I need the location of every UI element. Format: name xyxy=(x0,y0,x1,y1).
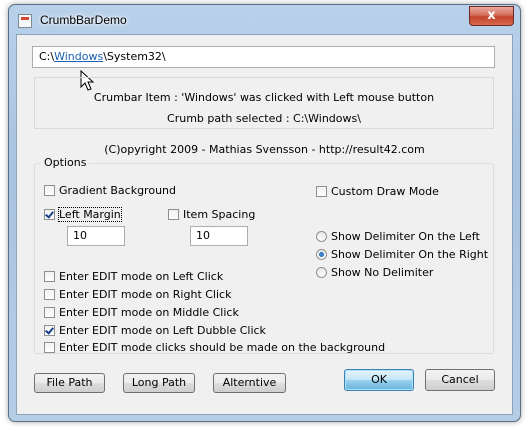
click-message: Crumbar Item : 'Windows' was clicked wit… xyxy=(93,91,435,104)
delimiter-none-label: Show No Delimiter xyxy=(331,266,434,279)
copyright-text: (C)opyright 2009 - Mathias Svensson - ht… xyxy=(104,143,425,156)
crumb-bar[interactable]: C:\Windows\System32\ xyxy=(32,46,495,68)
delimiter-none-radio[interactable]: Show No Delimiter xyxy=(316,266,433,279)
edit-middle-click-label: Enter EDIT mode on Middle Click xyxy=(59,306,239,319)
edit-background-box[interactable] xyxy=(44,342,55,353)
info-panel: Crumbar Item : 'Windows' was clicked wit… xyxy=(34,77,494,129)
left-margin-input[interactable]: 10 xyxy=(67,226,125,246)
delimiter-left-radio-dot[interactable] xyxy=(316,231,327,242)
item-spacing-input[interactable]: 10 xyxy=(190,226,248,246)
alternative-button[interactable]: Alterntive xyxy=(213,373,286,393)
edit-left-click-label: Enter EDIT mode on Left Click xyxy=(59,270,224,283)
edit-left-click-box[interactable] xyxy=(44,271,55,282)
left-margin-label: Left Margin xyxy=(58,207,122,222)
gradient-background-label: Gradient Background xyxy=(59,184,176,197)
gradient-background-box[interactable] xyxy=(44,185,55,196)
gradient-background-checkbox[interactable]: Gradient Background xyxy=(44,184,176,197)
delimiter-right-radio[interactable]: Show Delimiter On the Right xyxy=(316,248,488,261)
edit-background-checkbox[interactable]: Enter EDIT mode clicks should be made on… xyxy=(44,341,385,354)
edit-double-click-box[interactable] xyxy=(44,325,55,336)
delimiter-right-radio-dot[interactable] xyxy=(316,249,327,260)
edit-right-click-box[interactable] xyxy=(44,289,55,300)
options-legend: Options xyxy=(41,156,90,169)
edit-background-label: Enter EDIT mode clicks should be made on… xyxy=(59,341,386,354)
cancel-button[interactable]: Cancel xyxy=(425,369,495,391)
long-path-button[interactable]: Long Path xyxy=(123,373,195,393)
close-icon: x xyxy=(487,8,496,23)
custom-draw-mode-box[interactable] xyxy=(316,186,327,197)
edit-middle-click-box[interactable] xyxy=(44,307,55,318)
crumb-prefix[interactable]: C:\ xyxy=(39,50,54,63)
delimiter-none-radio-dot[interactable] xyxy=(316,267,327,278)
item-spacing-checkbox[interactable]: Item Spacing xyxy=(168,208,255,221)
edit-left-click-checkbox[interactable]: Enter EDIT mode on Left Click xyxy=(44,270,223,283)
delimiter-left-radio[interactable]: Show Delimiter On the Left xyxy=(316,230,480,243)
dialog-client-area: C:\Windows\System32\ Crumbar Item : 'Win… xyxy=(16,34,513,415)
file-path-button[interactable]: File Path xyxy=(34,373,105,393)
close-button[interactable]: x xyxy=(469,6,514,26)
custom-draw-mode-checkbox[interactable]: Custom Draw Mode xyxy=(316,185,439,198)
options-group: Options Gradient Background Custom Draw … xyxy=(34,156,494,354)
crumb-suffix[interactable]: \System32\ xyxy=(103,50,165,63)
path-message: Crumb path selected : C:\Windows\ xyxy=(167,112,361,125)
crumb-item-windows[interactable]: Windows xyxy=(54,50,103,63)
app-icon xyxy=(18,14,32,28)
dialog-window: CrumbBarDemo x C:\Windows\System32\ Crum… xyxy=(8,4,521,422)
ok-button[interactable]: OK xyxy=(344,369,414,391)
custom-draw-mode-label: Custom Draw Mode xyxy=(331,185,439,198)
left-margin-box[interactable] xyxy=(44,209,55,220)
delimiter-left-label: Show Delimiter On the Left xyxy=(331,230,480,243)
edit-double-click-checkbox[interactable]: Enter EDIT mode on Left Dubble Click xyxy=(44,324,266,337)
edit-right-click-checkbox[interactable]: Enter EDIT mode on Right Click xyxy=(44,288,231,301)
item-spacing-label: Item Spacing xyxy=(183,208,256,221)
left-margin-checkbox[interactable]: Left Margin xyxy=(44,207,122,222)
item-spacing-box[interactable] xyxy=(168,209,179,220)
edit-middle-click-checkbox[interactable]: Enter EDIT mode on Middle Click xyxy=(44,306,239,319)
edit-double-click-label: Enter EDIT mode on Left Dubble Click xyxy=(59,324,266,337)
edit-right-click-label: Enter EDIT mode on Right Click xyxy=(59,288,232,301)
title-bar[interactable]: CrumbBarDemo x xyxy=(9,5,520,33)
window-title: CrumbBarDemo xyxy=(40,13,127,27)
delimiter-right-label: Show Delimiter On the Right xyxy=(331,248,489,261)
